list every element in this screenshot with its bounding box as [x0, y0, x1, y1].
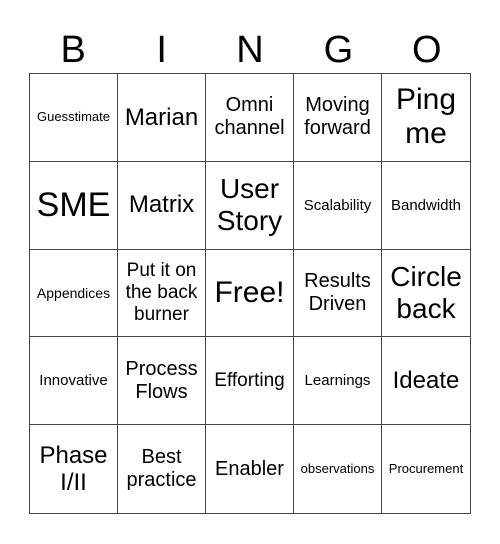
header-letter-o: O: [412, 29, 442, 71]
bingo-cell[interactable]: Appendices: [30, 249, 118, 338]
header-letter-n: N: [236, 29, 264, 71]
bingo-cell[interactable]: Matrix: [118, 161, 206, 250]
bingo-cell[interactable]: Omni channel: [206, 74, 294, 162]
bingo-cell[interactable]: SME: [30, 161, 118, 250]
free-space-cell[interactable]: Free!: [206, 249, 294, 338]
bingo-cell[interactable]: observations: [294, 425, 382, 513]
bingo-cell[interactable]: Enabler: [206, 425, 294, 513]
bingo-cell[interactable]: Circle back: [382, 250, 470, 338]
bingo-cell[interactable]: Process Flows: [118, 337, 206, 426]
bingo-cell[interactable]: Put it on the back burner: [118, 249, 206, 338]
bingo-cell[interactable]: Innovative: [30, 337, 118, 426]
bingo-cell[interactable]: Learnings: [294, 337, 382, 426]
bingo-cell[interactable]: Marian: [118, 74, 206, 162]
bingo-cell[interactable]: Guesstimate: [30, 74, 118, 162]
bingo-cell[interactable]: Procurement: [382, 425, 470, 513]
header-letter-g: G: [323, 29, 354, 71]
bingo-cell[interactable]: User Story: [206, 161, 294, 250]
bingo-grid: Guesstimate Marian Omni channel Moving f…: [29, 73, 471, 514]
bingo-cell[interactable]: Moving forward: [294, 74, 382, 162]
bingo-cell[interactable]: Phase I/II: [30, 425, 118, 513]
bingo-cell[interactable]: Bandwidth: [382, 162, 470, 250]
bingo-cell[interactable]: Ideate: [382, 337, 470, 426]
bingo-cell[interactable]: Results Driven: [294, 249, 382, 338]
bingo-cell[interactable]: Efforting: [206, 337, 294, 426]
header-letter-b: B: [60, 29, 86, 71]
bingo-cell[interactable]: Best practice: [118, 425, 206, 513]
header-letter-i: I: [156, 29, 167, 71]
bingo-cell[interactable]: Scalability: [294, 161, 382, 250]
bingo-header: B I N G O: [29, 28, 471, 73]
bingo-cell[interactable]: Ping me: [382, 74, 470, 162]
